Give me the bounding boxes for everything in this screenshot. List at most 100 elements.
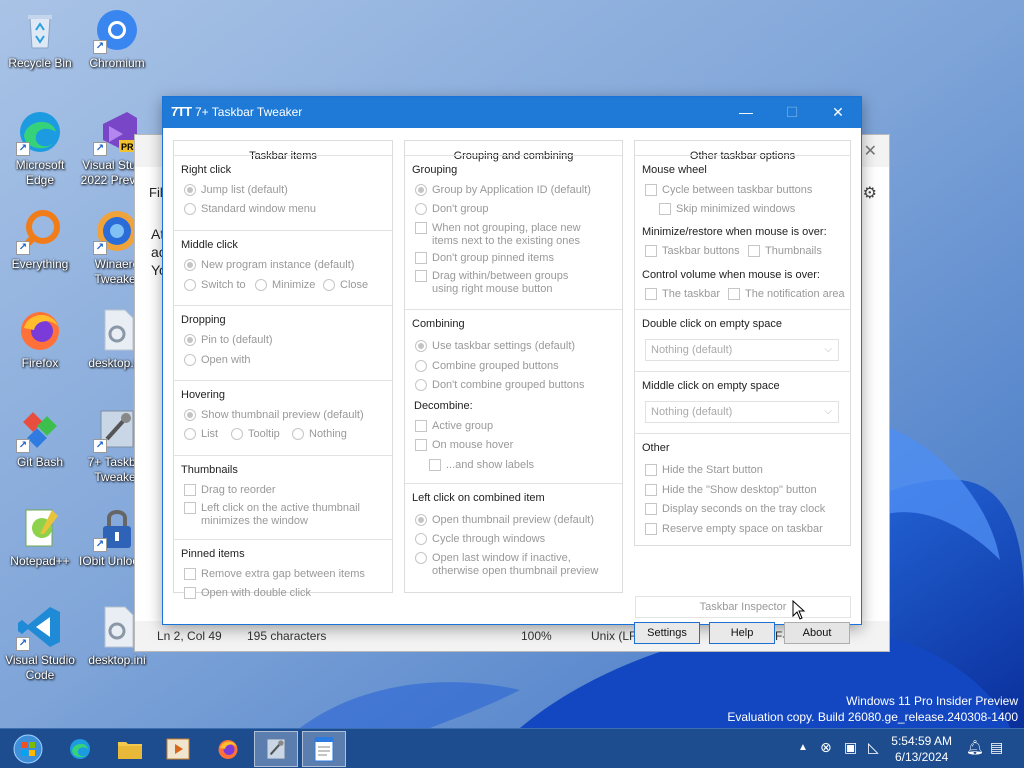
section-double-click-empty: Double click on empty space Nothing (def… <box>635 309 850 361</box>
taskbar-tweaker-icon <box>267 738 285 760</box>
section-pinned-items: Pinned items Remove extra gap between it… <box>174 539 392 599</box>
section-other: Other Hide the Start button Hide the "Sh… <box>635 433 850 535</box>
desktop-icon-edge[interactable]: ↗ Microsoft Edge <box>2 104 78 190</box>
help-button[interactable]: Help <box>709 622 775 644</box>
double-click-dropdown[interactable]: Nothing (default) ⌵ <box>645 339 839 361</box>
tray-clock[interactable]: 5:54:59 AM 6/13/2024 <box>891 733 952 765</box>
notepad-plus-plus-icon <box>16 504 64 552</box>
section-middle-click-empty: Middle click on empty space Nothing (def… <box>635 371 850 423</box>
section-heading: Dropping <box>181 314 226 326</box>
recycle-bin-icon <box>16 6 64 54</box>
section-heading: Other <box>642 442 670 454</box>
taskbar-notepad[interactable] <box>302 731 346 767</box>
gear-icon[interactable]: ⚙ <box>863 183 877 203</box>
show-hidden-icons-chevron-icon[interactable]: ▲ <box>798 742 808 753</box>
chevron-down-icon: ⌵ <box>824 344 832 355</box>
desktop-icon-label: Everything <box>11 257 69 271</box>
settings-button[interactable]: Settings <box>634 622 700 644</box>
minimize-icon[interactable]: — <box>723 97 769 128</box>
close-icon[interactable]: ✕ <box>815 97 861 128</box>
status-line-endings: Unix (LF) <box>591 629 641 643</box>
notepad-menu-file[interactable]: Fil <box>149 185 163 200</box>
section-right-click: Right click Jump list (default) Standard… <box>174 155 392 215</box>
group-grouping-combining: Grouping and combining Grouping Group by… <box>404 140 623 593</box>
clock-time: 5:54:59 AM <box>891 734 952 748</box>
window-title: 7+ Taskbar Tweaker <box>195 105 303 119</box>
section-heading: Thumbnails <box>181 464 238 476</box>
group-title: Taskbar items <box>249 150 317 162</box>
section-hovering: Hovering Show thumbnail preview (default… <box>174 380 392 440</box>
notification-bell-icon[interactable]: 🔔︎ <box>966 739 984 756</box>
maximize-icon: ☐ <box>785 104 799 120</box>
taskbar-7tt[interactable] <box>254 731 298 767</box>
section-heading: Left click on combined item <box>412 492 545 504</box>
watermark-edition: Windows 11 Pro Insider Preview <box>846 694 1018 708</box>
section-heading: Grouping <box>412 164 458 176</box>
section-grouping: Grouping Group by Application ID (defaul… <box>405 155 622 295</box>
desktop-icon-vscode[interactable]: ↗ Visual Studio Code <box>2 599 78 685</box>
notepad-status-bar: Ln 2, Col 49 195 characters 100% Unix (L… <box>135 621 889 651</box>
desktop-icon-label: Chromium <box>89 56 145 70</box>
vscode-icon: ↗ <box>16 603 64 651</box>
taskbar-inspector-button[interactable]: Taskbar Inspector <box>635 596 851 618</box>
firefox-icon <box>16 306 64 354</box>
section-thumbnails: Thumbnails Drag to reorder Left click on… <box>174 455 392 527</box>
section-heading: Combining <box>412 318 465 330</box>
watermark-build: Evaluation copy. Build 26080.ge_release.… <box>727 710 1018 724</box>
desktop-icon-label: Git Bash <box>16 455 64 469</box>
desktop-icon-label: Microsoft Edge <box>15 158 65 187</box>
desktop-icon-git-bash[interactable]: ↗ Git Bash <box>2 401 78 487</box>
chevron-down-icon: ⌵ <box>824 406 832 417</box>
taskbar-tweaker-window[interactable]: 7TT 7+ Taskbar Tweaker — ☐ ✕ Taskbar ite… <box>162 96 862 644</box>
firefox-icon <box>218 740 238 759</box>
desktop-icon-firefox[interactable]: Firefox <box>2 302 78 388</box>
section-middle-click: Middle click New program instance (defau… <box>174 230 392 291</box>
close-icon[interactable]: ✕ <box>864 141 877 161</box>
taskbar-firefox[interactable] <box>208 731 248 767</box>
section-dropping: Dropping Pin to (default) Open with <box>174 305 392 366</box>
chromium-icon: ↗ <box>93 6 141 54</box>
window-body: Taskbar items Right click Jump list (def… <box>163 128 861 644</box>
desktop-icon-label: Firefox <box>21 356 59 370</box>
section-heading: Middle click on empty space <box>642 380 780 392</box>
mouse-cursor-icon <box>792 600 806 620</box>
taskbar-media-player[interactable] <box>158 731 198 767</box>
desktop-icon-label: Notepad++ <box>10 554 70 568</box>
app-icon: 7TT <box>171 104 192 119</box>
group-title: Grouping and combining <box>453 150 574 162</box>
section-heading: Minimize/restore when mouse is over: <box>642 226 827 238</box>
folder-icon <box>118 742 142 759</box>
about-button[interactable]: About <box>784 622 850 644</box>
section-combining: Combining Use taskbar settings (default)… <box>405 309 622 471</box>
desktop-icon-label: Recycle Bin <box>8 56 72 70</box>
desktop-icon-chromium[interactable]: ↗ Chromium <box>79 2 155 88</box>
focus-assist-icon[interactable]: ⊗ <box>820 739 832 756</box>
section-mouse-wheel: Mouse wheel Cycle between taskbar button… <box>635 155 850 300</box>
status-position: Ln 2, Col 49 <box>157 629 222 643</box>
desktop-icon-recycle-bin[interactable]: Recycle Bin <box>2 2 78 88</box>
section-heading: Hovering <box>181 389 226 401</box>
desktop-icon-everything[interactable]: ↗ Everything <box>2 203 78 289</box>
desktop-icon-label: Visual Studio Code <box>5 653 75 682</box>
group-other-options: Other taskbar options Mouse wheel Cycle … <box>634 140 851 546</box>
start-button[interactable] <box>6 731 50 767</box>
taskbar: ▲ ⊗ ▣ ◺ 5:54:59 AM 6/13/2024 🔔︎ ▤ <box>0 728 1024 768</box>
edge-icon <box>70 739 90 759</box>
section-heading: Double click on empty space <box>642 318 783 330</box>
network-icon[interactable]: ▣ <box>844 739 857 756</box>
taskbar-file-explorer[interactable] <box>110 731 150 767</box>
volume-muted-icon[interactable]: ◺ <box>868 739 879 756</box>
action-center-icon[interactable]: ▤ <box>990 739 1003 756</box>
group-taskbar-items: Taskbar items Right click Jump list (def… <box>173 140 393 599</box>
edge-icon: ↗ <box>16 108 64 156</box>
desktop-icon-notepadpp[interactable]: Notepad++ <box>2 500 78 586</box>
section-heading: Pinned items <box>181 548 245 560</box>
window-titlebar[interactable]: 7TT 7+ Taskbar Tweaker — ☐ ✕ <box>163 97 861 128</box>
section-heading: Decombine: <box>414 400 473 412</box>
taskbar-edge[interactable] <box>60 731 100 767</box>
everything-search-icon: ↗ <box>16 207 64 255</box>
section-heading: Right click <box>181 164 232 176</box>
middle-click-dropdown[interactable]: Nothing (default) ⌵ <box>645 401 839 423</box>
media-player-icon <box>166 738 190 760</box>
status-zoom: 100% <box>521 629 552 643</box>
